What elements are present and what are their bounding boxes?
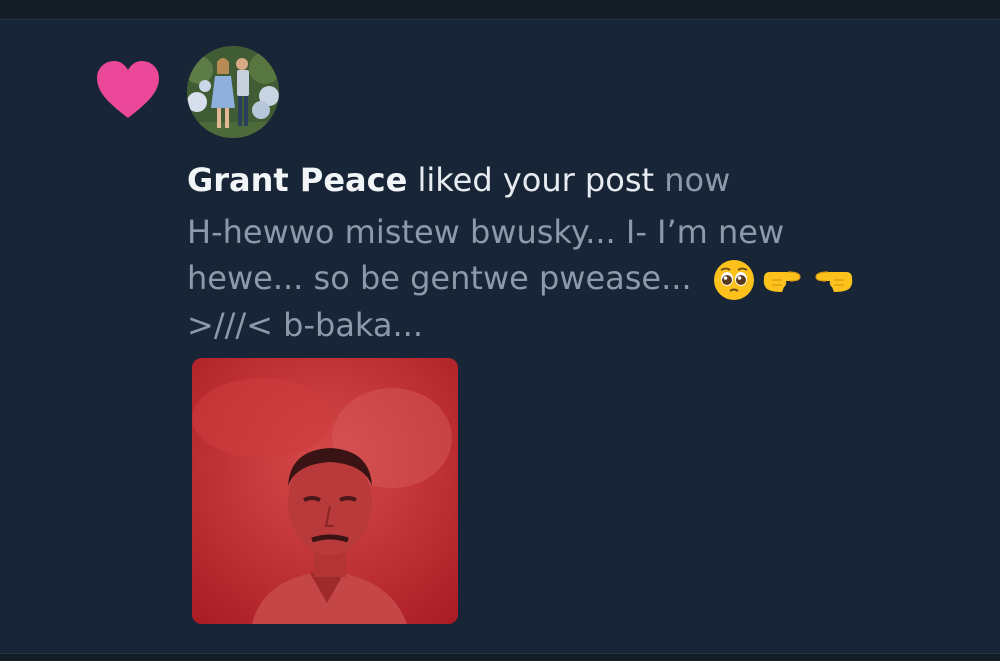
post-photo	[192, 358, 458, 624]
avatar-photo	[187, 46, 279, 138]
top-divider	[0, 0, 1000, 20]
pleading-face-icon	[713, 260, 754, 300]
notification-feed: Grant Peace liked your post now H-hewwo …	[0, 0, 1000, 661]
post-text-line-with-emojis: hewe... so be gentwe pwease...	[187, 255, 947, 302]
post-text-line: >///< b-baka...	[187, 306, 424, 344]
notification-text: Grant Peace liked your post now	[187, 158, 730, 202]
timestamp: now	[664, 161, 731, 199]
bottom-divider	[0, 653, 1000, 661]
avatar[interactable]	[187, 46, 279, 138]
post-text-line: H-hewwo mistew bwusky... I- I’m new	[187, 213, 785, 251]
backhand-index-pointing-left-icon	[815, 271, 853, 292]
post-text-line: hewe... so be gentwe pwease...	[187, 259, 692, 297]
post-text[interactable]: H-hewwo mistew bwusky... I- I’m new hewe…	[187, 209, 947, 348]
heart-icon	[97, 61, 159, 118]
post-image[interactable]	[192, 358, 458, 624]
user-name-link[interactable]: Grant Peace	[187, 161, 407, 199]
backhand-index-pointing-right-icon	[763, 271, 801, 292]
action-text: liked your post	[417, 161, 655, 199]
